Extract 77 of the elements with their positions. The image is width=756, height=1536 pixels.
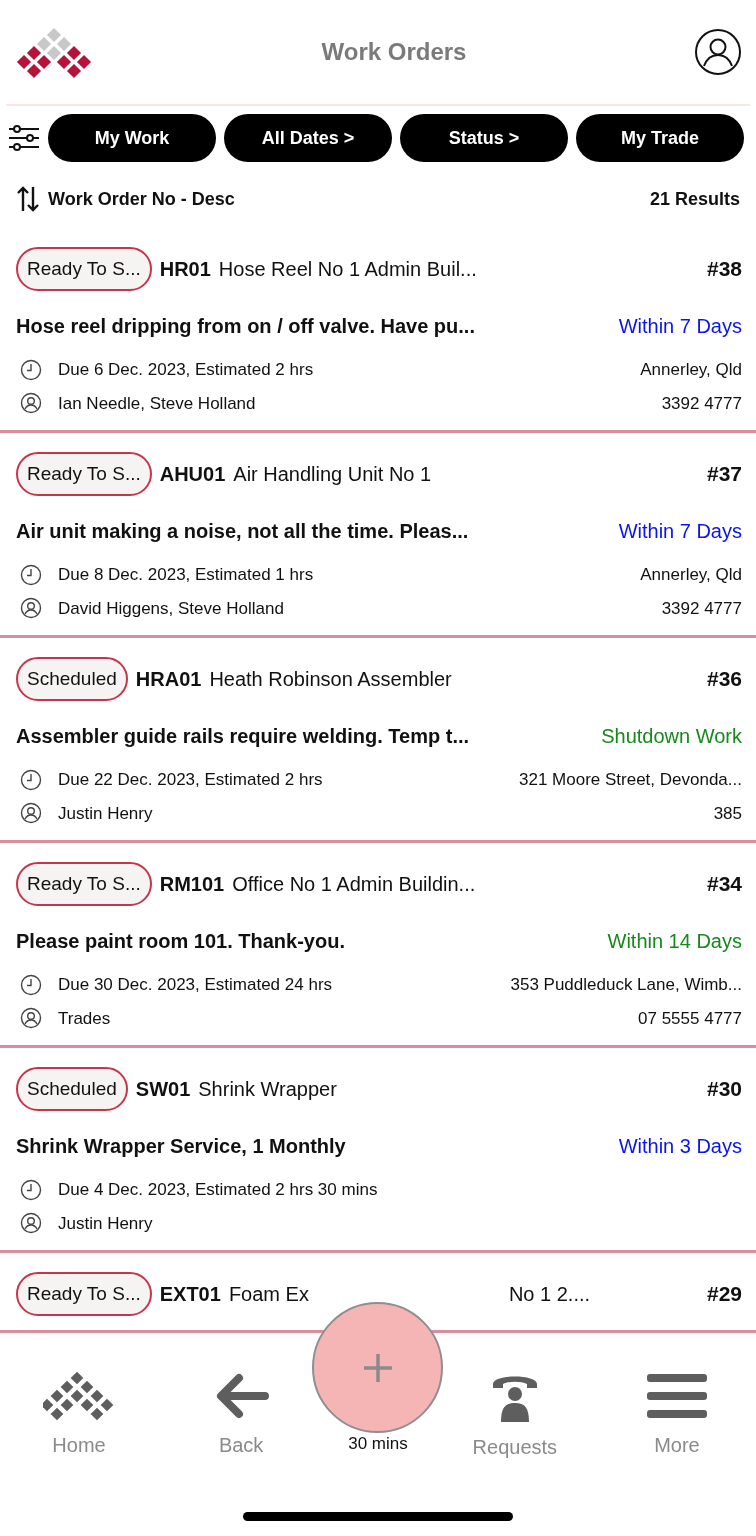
work-order-summary: Please paint room 101. Thank-you.	[16, 929, 345, 954]
assignees: Ian Needle, Steve Holland	[58, 392, 256, 415]
person-icon	[20, 1007, 42, 1030]
plus-icon	[362, 1352, 393, 1383]
filter-sliders-icon[interactable]	[8, 123, 40, 153]
phone-number: 3392 4777	[661, 597, 742, 620]
clock-icon	[20, 1178, 42, 1201]
location: 353 Puddleduck Lane, Wimb...	[510, 974, 742, 996]
assignees: Trades	[58, 1007, 111, 1030]
work-order-summary: Air unit making a noise, not all the time. Pleas...	[16, 519, 469, 544]
person-icon	[20, 1212, 42, 1235]
work-order-number: #37	[706, 461, 742, 488]
assignees: Justin Henry	[58, 1212, 153, 1235]
assignees: David Higgens, Steve Holland	[58, 597, 284, 620]
page-title: Work Orders	[321, 37, 467, 67]
status-badge: Scheduled	[16, 1067, 128, 1111]
asset-name: No 1 2....	[508, 1282, 591, 1307]
person-icon	[20, 392, 42, 415]
work-order-number: #38	[706, 256, 742, 283]
clock-icon	[20, 563, 42, 586]
work-order-summary: Shrink Wrapper Service, 1 Monthly	[16, 1134, 346, 1159]
filter-button[interactable]: My Trade	[576, 114, 744, 162]
work-order-summary: Assembler guide rails require welding. Temp t...	[16, 724, 470, 749]
filter-button[interactable]: My Work	[48, 114, 216, 162]
person-icon	[20, 802, 42, 825]
location: Annerley, Qld	[640, 564, 742, 586]
status-badge: Ready To S...	[16, 247, 152, 291]
asset-code: EXT01	[159, 1282, 221, 1307]
status-badge: Scheduled	[16, 657, 128, 701]
work-order-number: #29	[706, 1281, 742, 1308]
asset-code: SW01	[135, 1077, 191, 1102]
priority-label: Within 3 Days	[618, 1134, 742, 1159]
due-date: Due 8 Dec. 2023, Estimated 1 hrs	[58, 564, 314, 586]
status-badge: Ready To S...	[16, 862, 152, 906]
phone-number: 07 5555 4777	[638, 1007, 742, 1030]
diamond-grid-icon	[43, 1370, 115, 1422]
asset-name: Heath Robinson Assembler	[209, 667, 452, 692]
sort-label[interactable]: Work Order No - Desc	[48, 185, 235, 213]
clock-icon	[20, 358, 42, 381]
asset-code: RM101	[159, 872, 225, 897]
person-icon	[20, 597, 42, 620]
sort-arrows-icon[interactable]	[16, 186, 40, 212]
due-date: Due 4 Dec. 2023, Estimated 2 hrs 30 mins	[58, 1179, 378, 1201]
asset-code: HRA01	[135, 667, 202, 692]
work-order-number: #34	[706, 871, 742, 898]
priority-label: Within 7 Days	[618, 314, 742, 339]
priority-label: Within 7 Days	[618, 519, 742, 544]
asset-name: Office No 1 Admin Buildin...	[232, 872, 476, 897]
clock-icon	[20, 768, 42, 791]
nav-item[interactable]: Requests	[459, 1370, 570, 1462]
due-date: Due 22 Dec. 2023, Estimated 2 hrs	[58, 769, 323, 791]
due-date: Due 6 Dec. 2023, Estimated 2 hrs	[58, 359, 314, 381]
asset-code: AHU01	[159, 462, 226, 487]
filter-button[interactable]: All Dates >	[224, 114, 392, 162]
due-date: Due 30 Dec. 2023, Estimated 24 hrs	[58, 974, 333, 996]
phone-number: 385	[713, 802, 742, 825]
asset-name: Hose Reel No 1 Admin Buil...	[218, 257, 477, 282]
status-badge: Ready To S...	[16, 452, 152, 496]
location: Annerley, Qld	[640, 359, 742, 381]
priority-label: Within 14 Days	[607, 929, 742, 954]
asset-name: Foam Ex	[228, 1282, 309, 1307]
assignees: Justin Henry	[58, 802, 153, 825]
asset-code: HR01	[159, 257, 211, 282]
status-badge: Ready To S...	[16, 1272, 152, 1316]
clock-icon	[20, 973, 42, 996]
account-icon[interactable]	[694, 28, 742, 76]
results-count: 21 Results	[649, 187, 740, 211]
asset-name: Shrink Wrapper	[198, 1077, 337, 1102]
work-order-number: #36	[706, 666, 742, 693]
due-fragment: 30 mins	[348, 1432, 408, 1455]
work-order-summary: Hose reel dripping from on / off valve. Have pu...	[16, 314, 475, 339]
location: 321 Moore Street, Devonda...	[518, 769, 742, 791]
asset-name: Air Handling Unit No 1	[233, 462, 432, 487]
filter-button[interactable]: Status >	[400, 114, 568, 162]
phone-number: 3392 4777	[661, 392, 742, 415]
priority-label: Shutdown Work	[601, 724, 742, 749]
work-order-number: #30	[706, 1076, 742, 1103]
